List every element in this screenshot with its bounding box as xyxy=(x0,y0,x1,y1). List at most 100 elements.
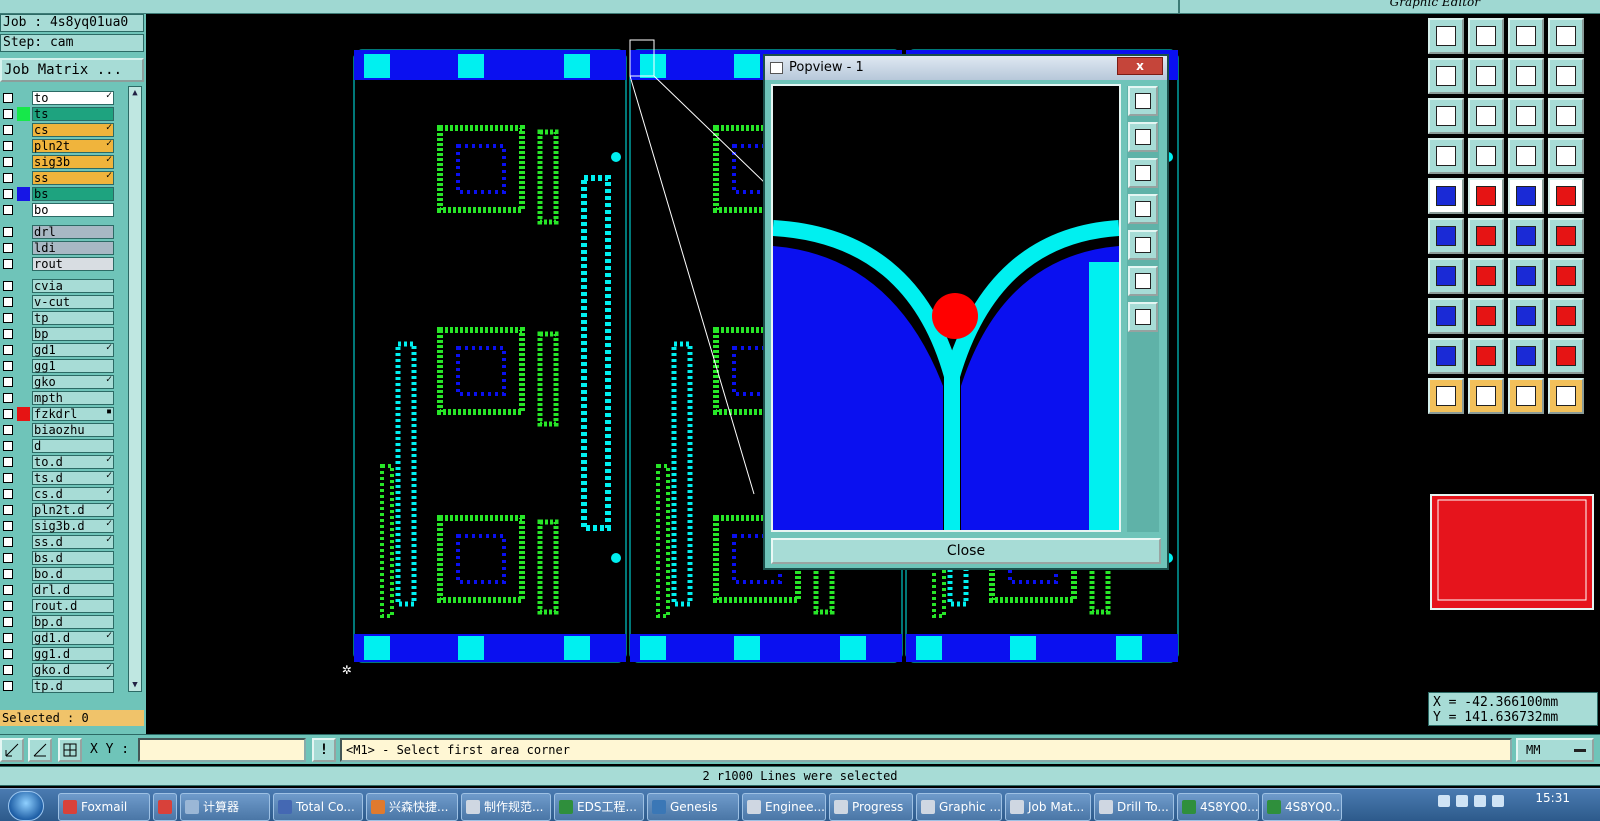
layer-checkbox[interactable] xyxy=(3,205,13,215)
layer-name[interactable]: biaozhu xyxy=(32,423,114,437)
layer-name[interactable]: bo xyxy=(32,203,114,217)
cluster-icon[interactable] xyxy=(1548,298,1584,334)
layer-row-sig3b[interactable]: sig3b ✓ xyxy=(0,154,116,170)
layer-checkbox[interactable] xyxy=(3,345,13,355)
trace-icon[interactable] xyxy=(1548,218,1584,254)
job-matrix-button[interactable]: Job Matrix ... xyxy=(0,58,144,82)
layer-row-fzkdrl[interactable]: fzkdrl ▪ xyxy=(0,406,116,422)
start-button[interactable] xyxy=(8,791,44,821)
layer-name[interactable]: sig3b xyxy=(32,155,114,169)
layer-checkbox[interactable] xyxy=(3,681,13,691)
layer-row-drl-d[interactable]: drl.d xyxy=(0,582,116,598)
zoom-reset-icon[interactable] xyxy=(1128,302,1158,332)
layer-name[interactable]: gko xyxy=(32,375,114,389)
grid-icon[interactable] xyxy=(58,738,82,762)
route-icon[interactable] xyxy=(1548,378,1584,414)
layer-row-d[interactable]: d xyxy=(0,438,116,454)
layer-row-cs[interactable]: cs ✓ xyxy=(0,122,116,138)
layer-checkbox[interactable] xyxy=(3,441,13,451)
layer-checkbox[interactable] xyxy=(3,109,13,119)
edit-icon[interactable] xyxy=(1508,378,1544,414)
layer-row-sig3b-d[interactable]: sig3b.d ✓ xyxy=(0,518,116,534)
triangle-icon[interactable] xyxy=(1468,338,1504,374)
popview-zoom-view[interactable] xyxy=(771,84,1121,532)
layer-checkbox[interactable] xyxy=(3,505,13,515)
layer-row-bp-d[interactable]: bp.d xyxy=(0,614,116,630)
layer-checkbox[interactable] xyxy=(3,521,13,531)
pointer-icon[interactable] xyxy=(1428,378,1464,414)
measure-icon[interactable] xyxy=(28,738,52,762)
help-icon[interactable] xyxy=(1548,98,1584,134)
layer-checkbox[interactable] xyxy=(3,617,13,627)
layer-checkbox[interactable] xyxy=(3,393,13,403)
layer-name[interactable]: bs xyxy=(32,187,114,201)
layer-row-gg1[interactable]: gg1 xyxy=(0,358,116,374)
taskbar-item[interactable]: Progress xyxy=(829,793,913,821)
taskbar-item[interactable]: EDS工程... xyxy=(554,793,644,821)
prev-step-icon[interactable] xyxy=(1428,58,1464,94)
volume-icon[interactable] xyxy=(1492,795,1504,807)
layer-name[interactable]: d xyxy=(32,439,114,453)
layer-row-rout[interactable]: rout xyxy=(0,256,116,272)
layer-row-bo[interactable]: bo xyxy=(0,202,116,218)
window-icon[interactable] xyxy=(1548,18,1584,54)
arc-icon[interactable] xyxy=(1468,258,1504,294)
layer-name[interactable]: cs xyxy=(32,123,114,137)
layer-name[interactable]: tp.d xyxy=(32,679,114,693)
taskbar-item[interactable]: 制作规范... xyxy=(461,793,551,821)
layer-row-gd1-d[interactable]: gd1.d ✓ xyxy=(0,630,116,646)
layer-row-tp-d[interactable]: tp.d xyxy=(0,678,116,694)
pan-left-icon[interactable] xyxy=(1128,194,1158,224)
layer-name[interactable]: ss.d xyxy=(32,535,114,549)
mirror-icon[interactable] xyxy=(1508,58,1544,94)
layer-name[interactable]: v-cut xyxy=(32,295,114,309)
snap-icon[interactable] xyxy=(0,738,24,762)
grid-icon[interactable] xyxy=(1468,138,1504,174)
layer-checkbox[interactable] xyxy=(3,377,13,387)
popview-close-button[interactable]: Close xyxy=(771,538,1161,564)
layer-row-drl[interactable]: drl xyxy=(0,224,116,240)
taskbar-item[interactable]: Enginee... xyxy=(742,793,826,821)
layer-name[interactable]: to xyxy=(32,91,114,105)
layer-name[interactable]: bp.d xyxy=(32,615,114,629)
zoom-fit-icon[interactable] xyxy=(1128,266,1158,296)
layer-stack-icon[interactable] xyxy=(1548,138,1584,174)
layer-row-bo-d[interactable]: bo.d xyxy=(0,566,116,582)
layer-name[interactable]: gg1.d xyxy=(32,647,114,661)
layer-checkbox[interactable] xyxy=(3,125,13,135)
bus-icon[interactable] xyxy=(1548,258,1584,294)
layer-row-cs-d[interactable]: cs.d ✓ xyxy=(0,486,116,502)
layer-row-biaozhu[interactable]: biaozhu xyxy=(0,422,116,438)
taskbar-item[interactable]: 4S8YQ0... xyxy=(1177,793,1259,821)
layer-checkbox[interactable] xyxy=(3,157,13,167)
layer-name[interactable]: ts.d xyxy=(32,471,114,485)
layer-name[interactable]: gko.d xyxy=(32,663,114,677)
layer-checkbox[interactable] xyxy=(3,243,13,253)
dash-icon[interactable] xyxy=(1468,298,1504,334)
taskbar-item[interactable]: Job Mat... xyxy=(1005,793,1091,821)
taskbar-item[interactable]: Genesis xyxy=(647,793,739,821)
layer-row-cvia[interactable]: cvia xyxy=(0,278,116,294)
layer-row-ldi[interactable]: ldi xyxy=(0,240,116,256)
units-selector[interactable]: MM xyxy=(1516,738,1594,762)
layer-name[interactable]: mpth xyxy=(32,391,114,405)
layer-checkbox[interactable] xyxy=(3,553,13,563)
pan-right-icon[interactable] xyxy=(1128,230,1158,260)
layer-checkbox[interactable] xyxy=(3,569,13,579)
layer-name[interactable]: pln2t.d xyxy=(32,503,114,517)
keyboard-icon[interactable] xyxy=(1438,795,1450,807)
layer-checkbox[interactable] xyxy=(3,329,13,339)
layer-name[interactable]: drl xyxy=(32,225,114,239)
taskbar-item[interactable]: Total Co... xyxy=(273,793,363,821)
taskbar-item[interactable]: 兴森快捷... xyxy=(366,793,458,821)
layer-name[interactable]: gd1 xyxy=(32,343,114,357)
zoom-fit-icon[interactable] xyxy=(1468,98,1504,134)
layer-name[interactable]: gg1 xyxy=(32,359,114,373)
layer-checkbox[interactable] xyxy=(3,297,13,307)
layer-row-ss-d[interactable]: ss.d ✓ xyxy=(0,534,116,550)
pan-down-icon[interactable] xyxy=(1128,158,1158,188)
layer-row-gko[interactable]: gko ✓ xyxy=(0,374,116,390)
delete-icon[interactable] xyxy=(1468,218,1504,254)
layer-checkbox[interactable] xyxy=(3,649,13,659)
taskbar-item[interactable]: Foxmail xyxy=(58,793,150,821)
